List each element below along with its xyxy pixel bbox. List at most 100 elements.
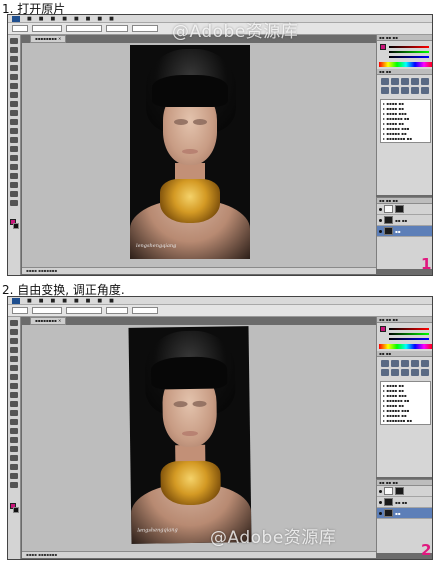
hand-tool-icon[interactable] xyxy=(10,191,18,197)
preset-item[interactable]: ▸ ▪▪▪▪▪▪▪ ▪▪ xyxy=(383,418,428,423)
history-brush-icon[interactable] xyxy=(10,401,18,407)
eyedropper-icon[interactable] xyxy=(10,83,18,89)
color-balance-icon[interactable] xyxy=(391,369,399,376)
history-brush-icon[interactable] xyxy=(10,119,18,125)
menu-item-4[interactable]: ■ xyxy=(62,16,67,22)
color-balance-icon[interactable] xyxy=(391,87,399,94)
visibility-eye-icon[interactable] xyxy=(379,229,382,233)
zoom-tool-icon[interactable] xyxy=(10,200,18,206)
option-field-5[interactable] xyxy=(132,25,158,32)
menu-item-1[interactable]: ■ xyxy=(27,16,32,22)
panel-foreground-swatch[interactable] xyxy=(380,44,386,50)
background-color-swatch[interactable] xyxy=(13,223,19,229)
clone-stamp-icon[interactable] xyxy=(10,110,18,116)
path-selection-icon[interactable] xyxy=(10,455,18,461)
color-ramp[interactable] xyxy=(379,62,432,67)
option-field-1[interactable] xyxy=(12,307,28,314)
exposure-icon[interactable] xyxy=(411,78,419,85)
document-tab[interactable]: ▪▪▪▪▪▪▪▪ ✕ xyxy=(30,35,67,43)
visibility-eye-icon[interactable] xyxy=(379,218,382,222)
option-field-4[interactable] xyxy=(106,25,128,32)
layer-row-mask[interactable] xyxy=(377,486,432,497)
channel-mixer-icon[interactable] xyxy=(421,369,429,376)
menu-item-6[interactable]: ■ xyxy=(86,16,91,22)
lasso-tool-icon[interactable] xyxy=(10,56,18,62)
option-field-3[interactable] xyxy=(66,25,102,32)
blue-slider[interactable] xyxy=(389,56,429,58)
gradient-tool-icon[interactable] xyxy=(10,137,18,143)
panel-foreground-swatch[interactable] xyxy=(380,326,386,332)
menu-item-7[interactable]: ■ xyxy=(97,298,102,304)
pen-tool-icon[interactable] xyxy=(10,155,18,161)
menu-item-8[interactable]: ■ xyxy=(109,298,114,304)
levels-icon[interactable] xyxy=(391,78,399,85)
black-white-icon[interactable] xyxy=(401,87,409,94)
option-field-2[interactable] xyxy=(32,25,62,32)
move-tool-icon[interactable] xyxy=(10,38,18,44)
healing-brush-icon[interactable] xyxy=(10,374,18,380)
brightness-icon[interactable] xyxy=(381,360,389,367)
preset-item[interactable]: ▸ ▪▪▪▪▪▪▪ ▪▪ xyxy=(383,136,428,141)
layer-row-mask[interactable] xyxy=(377,204,432,215)
vibrance-icon[interactable] xyxy=(421,78,429,85)
magic-wand-icon[interactable] xyxy=(10,65,18,71)
document-tab[interactable]: ▪▪▪▪▪▪▪▪ ✕ xyxy=(30,317,67,325)
brightness-icon[interactable] xyxy=(381,78,389,85)
levels-icon[interactable] xyxy=(391,360,399,367)
canvas-area[interactable]: lengshengqiang @Adobe资源库 xyxy=(22,22,376,267)
option-field-3[interactable] xyxy=(66,307,102,314)
eraser-icon[interactable] xyxy=(10,128,18,134)
lasso-tool-icon[interactable] xyxy=(10,338,18,344)
option-field-4[interactable] xyxy=(106,307,128,314)
layer-row-background[interactable]: ▪▪ xyxy=(377,226,432,237)
menu-item-2[interactable]: ■ xyxy=(39,16,44,22)
dodge-tool-icon[interactable] xyxy=(10,428,18,434)
curves-icon[interactable] xyxy=(401,360,409,367)
zoom-tool-icon[interactable] xyxy=(10,482,18,488)
photo-filter-icon[interactable] xyxy=(411,369,419,376)
move-tool-icon[interactable] xyxy=(10,320,18,326)
clone-stamp-icon[interactable] xyxy=(10,392,18,398)
photo-filter-icon[interactable] xyxy=(411,87,419,94)
hue-saturation-icon[interactable] xyxy=(381,87,389,94)
crop-tool-icon[interactable] xyxy=(10,74,18,80)
black-white-icon[interactable] xyxy=(401,369,409,376)
gradient-tool-icon[interactable] xyxy=(10,419,18,425)
curves-icon[interactable] xyxy=(401,78,409,85)
crop-tool-icon[interactable] xyxy=(10,356,18,362)
green-slider[interactable] xyxy=(389,333,429,335)
background-color-swatch[interactable] xyxy=(13,507,19,513)
brush-tool-icon[interactable] xyxy=(10,383,18,389)
shape-tool-icon[interactable] xyxy=(10,182,18,188)
menu-item-2[interactable]: ■ xyxy=(39,298,44,304)
menu-item-7[interactable]: ■ xyxy=(97,16,102,22)
eyedropper-icon[interactable] xyxy=(10,365,18,371)
exposure-icon[interactable] xyxy=(411,360,419,367)
red-slider[interactable] xyxy=(389,328,429,330)
vibrance-icon[interactable] xyxy=(421,360,429,367)
menu-item-6[interactable]: ■ xyxy=(86,298,91,304)
marquee-tool-icon[interactable] xyxy=(10,329,18,335)
layer-row-copy[interactable]: ▪▪ ▪▪ xyxy=(377,215,432,226)
visibility-eye-icon[interactable] xyxy=(379,489,382,493)
layer-row-copy[interactable]: ▪▪ ▪▪ xyxy=(377,497,432,508)
visibility-eye-icon[interactable] xyxy=(379,500,382,504)
canvas-area[interactable]: lengshengqiang @Adobe资源库 xyxy=(22,325,376,551)
eraser-icon[interactable] xyxy=(10,410,18,416)
marquee-tool-icon[interactable] xyxy=(10,47,18,53)
type-tool-icon[interactable] xyxy=(10,446,18,452)
option-field-2[interactable] xyxy=(32,307,62,314)
visibility-eye-icon[interactable] xyxy=(379,511,382,515)
green-slider[interactable] xyxy=(389,51,429,53)
blue-slider[interactable] xyxy=(389,338,429,340)
pen-tool-icon[interactable] xyxy=(10,437,18,443)
menu-item-5[interactable]: ■ xyxy=(74,298,79,304)
menu-item-4[interactable]: ■ xyxy=(62,298,67,304)
color-ramp[interactable] xyxy=(379,344,432,349)
hand-tool-icon[interactable] xyxy=(10,473,18,479)
menu-item-8[interactable]: ■ xyxy=(109,16,114,22)
menu-item-5[interactable]: ■ xyxy=(74,16,79,22)
shape-tool-icon[interactable] xyxy=(10,464,18,470)
channel-mixer-icon[interactable] xyxy=(421,87,429,94)
red-slider[interactable] xyxy=(389,46,429,48)
